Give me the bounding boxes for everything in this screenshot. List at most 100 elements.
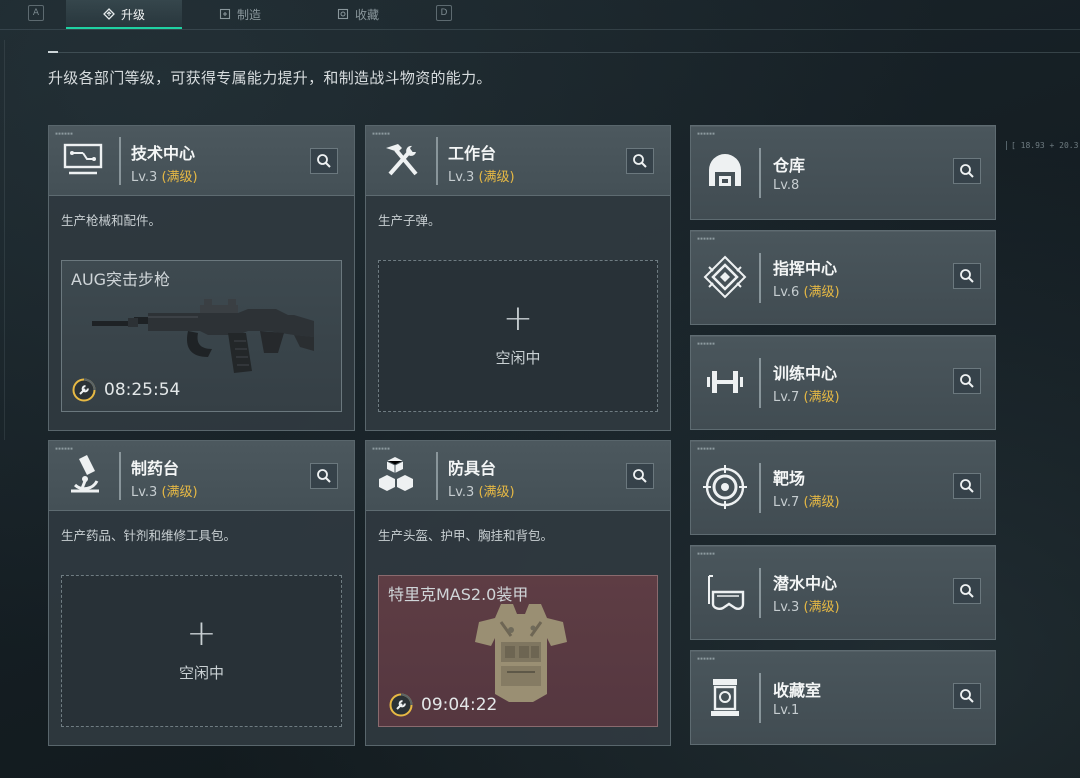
card-title: 训练中心: [773, 364, 838, 383]
card-diving-center[interactable]: ▪▪▪▪▪▪ 潜水中心 Lv.3 (满级): [690, 545, 996, 640]
add-plus-icon: +: [502, 298, 534, 339]
search-icon: [317, 469, 331, 483]
card-level: Lv.8: [773, 178, 800, 193]
cubes-icon: [379, 457, 413, 491]
card-shooting-range[interactable]: ▪▪▪▪▪▪ 靶场 Lv.7 (满级): [690, 440, 996, 535]
display-case-icon: [711, 679, 739, 716]
rifle-image: [92, 299, 314, 373]
card-level: Lv.3 (满级): [131, 170, 198, 185]
card-description: 生产子弹。: [378, 213, 441, 228]
micro-text: ▪▪▪▪▪▪: [697, 551, 716, 557]
maxed-label: (满级): [803, 285, 840, 300]
card-level: Lv.1: [773, 703, 800, 718]
search-button[interactable]: [310, 463, 338, 489]
search-button[interactable]: [953, 158, 981, 184]
maxed-label: (满级): [803, 390, 840, 405]
card-warehouse[interactable]: ▪▪▪▪▪▪ 仓库 Lv.8: [690, 125, 996, 220]
coordinate-readout: [ 18.93 + 20.3: [1006, 141, 1078, 150]
diving-mask-icon: [708, 575, 745, 610]
micro-text: ▪▪▪▪▪▪: [697, 656, 716, 662]
search-icon: [317, 154, 331, 168]
timer-value: 09:04:22: [421, 695, 498, 715]
card-title: 收藏室: [773, 681, 822, 700]
tab-label: 制造: [236, 7, 261, 22]
wrench-timer-icon: [389, 693, 413, 717]
warehouse-icon: [709, 154, 741, 186]
maxed-label: (满级): [803, 600, 840, 615]
card-title: 潜水中心: [773, 574, 838, 593]
card-level: Lv.6 (满级): [773, 285, 840, 300]
search-icon: [960, 269, 974, 283]
header-divider: [759, 673, 761, 723]
header-divider: [759, 568, 761, 618]
card-pharmacy[interactable]: ▪▪▪▪▪▪ 制药台 Lv.3 (满级) 生产药品、针剂和维修工具包。 + 空闲…: [48, 440, 355, 746]
search-button[interactable]: [310, 148, 338, 174]
micro-text: ▪▪▪▪▪▪: [372, 446, 391, 452]
search-icon: [633, 154, 647, 168]
craft-slot-idle[interactable]: + 空闲中: [61, 575, 342, 727]
header-tick: [48, 51, 58, 53]
search-button[interactable]: [626, 148, 654, 174]
card-tech-center[interactable]: ▪▪▪▪▪▪ 技术中心 Lv.3 (满级) 生产枪械和配件。 AUG突击步枪 0…: [48, 125, 355, 431]
card-title: 防具台: [448, 459, 497, 478]
nav-divider: [0, 29, 1080, 30]
timer-value: 08:25:54: [104, 380, 181, 400]
wrench-timer-icon: [72, 378, 96, 402]
tab-upgrade[interactable]: 升级: [66, 0, 182, 29]
tab-label: 升级: [120, 7, 145, 22]
card-level: Lv.7 (满级): [773, 390, 840, 405]
card-workbench[interactable]: ▪▪▪▪▪▪ 工作台 Lv.3 (满级) 生产子弹。 + 空闲中: [365, 125, 671, 431]
idle-label: 空闲中: [495, 349, 541, 367]
search-button[interactable]: [953, 473, 981, 499]
maxed-label: (满级): [803, 495, 840, 510]
armor-vest-image: [475, 604, 567, 702]
search-button[interactable]: [953, 683, 981, 709]
search-icon: [960, 584, 974, 598]
card-level: Lv.3 (满级): [131, 485, 198, 500]
tab-collection[interactable]: 收藏: [300, 0, 416, 28]
card-level: Lv.3 (满级): [448, 170, 515, 185]
header-divider: [759, 148, 761, 198]
header-divider: [48, 52, 1080, 53]
maxed-label: (满级): [161, 170, 198, 185]
craft-slot-idle[interactable]: + 空闲中: [378, 260, 658, 412]
header-divider: [436, 452, 438, 500]
card-level: Lv.3 (满级): [448, 485, 515, 500]
hammer-wrench-icon: [386, 144, 418, 176]
card-title: 工作台: [448, 144, 497, 163]
search-icon: [960, 164, 974, 178]
key-hint-right: D: [436, 5, 452, 21]
craft-slot-active[interactable]: AUG突击步枪 08:25:54: [61, 260, 342, 412]
dumbbell-icon: [707, 371, 743, 393]
search-icon: [960, 479, 974, 493]
search-button[interactable]: [953, 263, 981, 289]
maxed-label: (满级): [478, 170, 515, 185]
card-collection-room[interactable]: ▪▪▪▪▪▪ 收藏室 Lv.1: [690, 650, 996, 745]
card-armor-bench[interactable]: ▪▪▪▪▪▪ 防具台 Lv.3 (满级) 生产头盔、护甲、胸挂和背包。 特里克M…: [365, 440, 671, 746]
card-training-center[interactable]: ▪▪▪▪▪▪ 训练中心 Lv.7 (满级): [690, 335, 996, 430]
search-button[interactable]: [626, 463, 654, 489]
card-command-center[interactable]: ▪▪▪▪▪▪ 指挥中心 Lv.6 (满级): [690, 230, 996, 325]
craft-icon: [219, 8, 231, 20]
search-icon: [960, 374, 974, 388]
craft-slot-active[interactable]: 特里克MAS2.0装甲 09:04:22: [378, 575, 658, 727]
search-button[interactable]: [953, 578, 981, 604]
header-divider: [759, 358, 761, 408]
card-description: 生产头盔、护甲、胸挂和背包。: [378, 528, 554, 543]
microscope-icon: [71, 455, 99, 493]
card-header: ▪▪▪▪▪▪ 制药台 Lv.3 (满级): [49, 441, 354, 511]
header-divider: [436, 137, 438, 185]
target-icon: [703, 465, 747, 509]
micro-text: ▪▪▪▪▪▪: [697, 446, 716, 452]
item-name: AUG突击步枪: [71, 270, 171, 289]
tab-craft[interactable]: 制造: [182, 0, 298, 28]
craft-timer: 09:04:22: [389, 693, 497, 717]
card-description: 生产枪械和配件。: [61, 213, 162, 228]
card-header: ▪▪▪▪▪▪ 防具台 Lv.3 (满级): [366, 441, 670, 511]
monitor-icon: [63, 143, 103, 175]
card-title: 仓库: [773, 156, 806, 175]
add-plus-icon: +: [186, 613, 217, 654]
search-button[interactable]: [953, 368, 981, 394]
search-icon: [633, 469, 647, 483]
maxed-label: (满级): [161, 485, 198, 500]
